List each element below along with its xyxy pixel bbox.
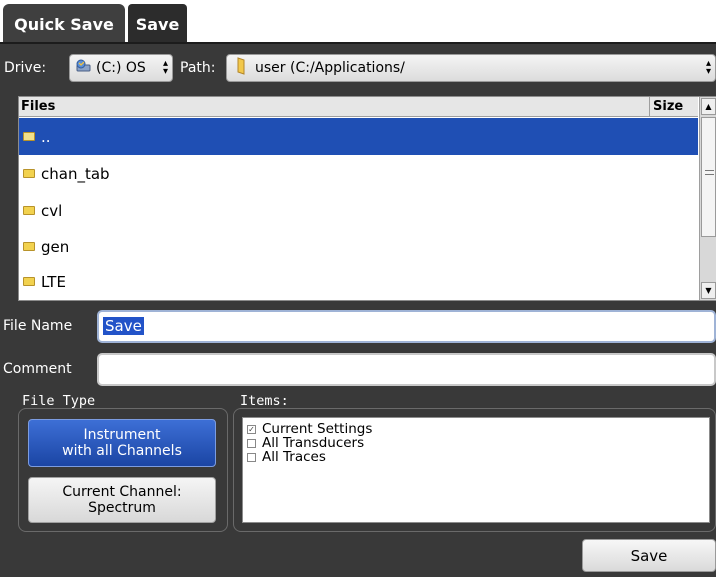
item-all-transducers[interactable]: All Transducers: [247, 436, 705, 450]
item-label: Current Settings: [262, 421, 373, 437]
drive-select[interactable]: (C:) OS ▴ ▾: [69, 54, 173, 82]
save-panel: Drive: (C:) OS ▴ ▾ Path: user (C:/Applica…: [0, 44, 716, 577]
drive-icon: [76, 59, 92, 77]
path-value: user (C:/Applications/: [255, 60, 405, 76]
scroll-down-icon[interactable]: ▼: [701, 282, 716, 299]
item-all-traces[interactable]: All Traces: [247, 450, 705, 464]
comment-field[interactable]: [97, 353, 716, 386]
folder-icon: [23, 277, 35, 286]
column-files[interactable]: Files: [21, 99, 55, 114]
folder-icon: [23, 242, 35, 251]
file-row[interactable]: cvl: [19, 192, 698, 229]
file-row-name: gen: [41, 237, 70, 256]
items-list: ✓ Current Settings All Transducers All T…: [242, 417, 710, 523]
folder-icon: [23, 169, 35, 178]
grip-icon: [705, 170, 714, 175]
checkbox-checked-icon[interactable]: ✓: [247, 424, 256, 434]
file-name-value: Save: [103, 317, 144, 335]
item-label: All Traces: [262, 449, 326, 465]
checkbox-icon[interactable]: [247, 452, 256, 462]
file-type-label: File Type: [22, 393, 96, 409]
item-label: All Transducers: [262, 435, 365, 451]
file-list-header: Files Size: [19, 97, 698, 117]
file-type-option-line2: Spectrum: [88, 500, 156, 516]
scrollbar-thumb[interactable]: [701, 117, 716, 237]
tab-save[interactable]: Save: [126, 2, 189, 44]
comment-label: Comment: [3, 361, 72, 377]
column-size[interactable]: Size: [649, 97, 697, 117]
folder-icon: [235, 56, 247, 80]
scroll-up-icon[interactable]: ▲: [701, 98, 716, 115]
file-type-option-line1: Current Channel:: [62, 484, 182, 500]
file-row[interactable]: LTE: [19, 263, 698, 300]
items-label: Items:: [240, 393, 289, 409]
item-current-settings[interactable]: ✓ Current Settings: [247, 422, 705, 436]
drive-value: (C:) OS: [96, 60, 146, 76]
updown-arrows-icon: ▴ ▾: [162, 58, 168, 77]
path-select[interactable]: user (C:/Applications/ ▴ ▾: [226, 54, 716, 82]
path-label: Path:: [180, 60, 216, 76]
tab-quick-save[interactable]: Quick Save: [3, 4, 125, 44]
updown-arrows-icon: ▴ ▾: [705, 58, 711, 77]
file-row[interactable]: chan_tab: [19, 155, 698, 192]
file-row-name: chan_tab: [41, 164, 110, 183]
save-button[interactable]: Save: [582, 539, 716, 572]
file-type-current-channel-button[interactable]: Current Channel: Spectrum: [28, 477, 216, 523]
tab-bar: Quick Save Save: [0, 0, 716, 44]
checkbox-icon[interactable]: [247, 438, 256, 448]
file-row[interactable]: ..: [19, 118, 698, 155]
file-list[interactable]: Files Size .. chan_tab cvl gen LTE ▲ ▼: [18, 96, 716, 301]
file-row-name: ..: [41, 127, 51, 146]
file-type-instrument-button[interactable]: Instrument with all Channels: [28, 419, 216, 467]
file-list-scrollbar[interactable]: ▲ ▼: [699, 97, 716, 300]
drive-label: Drive:: [4, 60, 47, 76]
file-name-label: File Name: [3, 318, 73, 334]
folder-icon: [23, 132, 35, 141]
file-row[interactable]: gen: [19, 228, 698, 265]
file-type-option-line1: Instrument: [83, 427, 161, 443]
file-row-name: cvl: [41, 201, 63, 220]
file-name-field[interactable]: Save: [97, 310, 716, 343]
file-type-option-line2: with all Channels: [62, 443, 182, 459]
folder-icon: [23, 206, 35, 215]
file-row-name: LTE: [41, 272, 66, 291]
